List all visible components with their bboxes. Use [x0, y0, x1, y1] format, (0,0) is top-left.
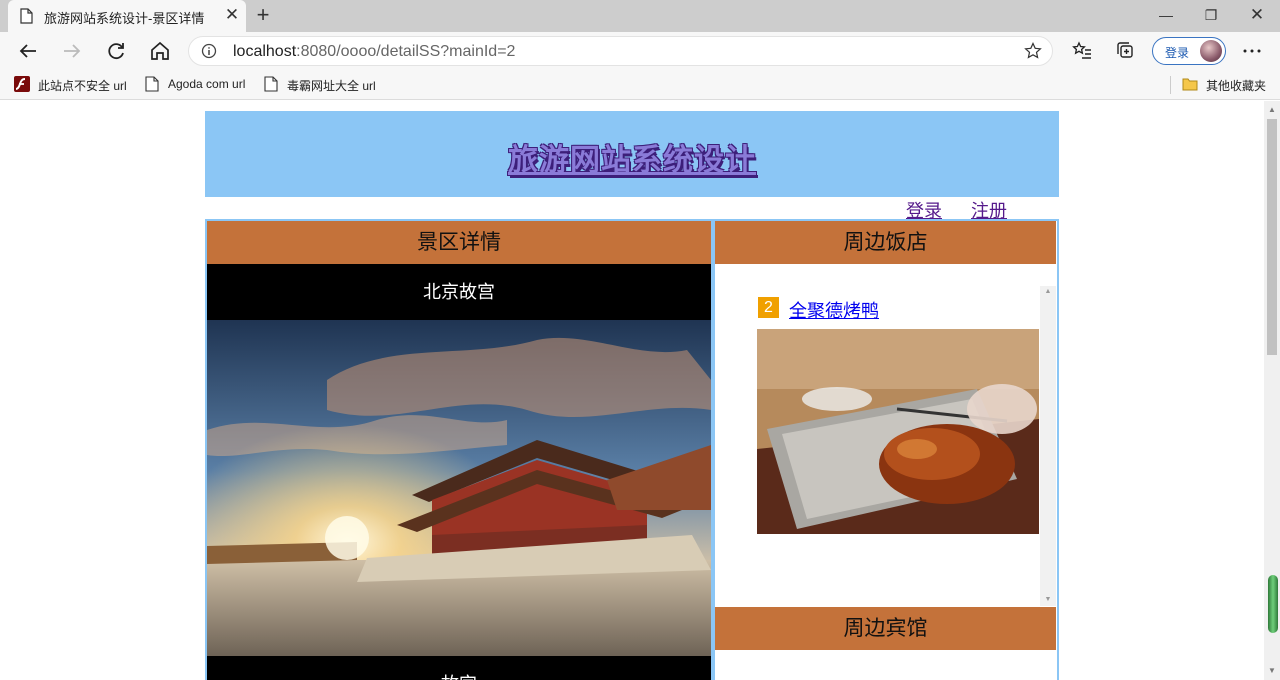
active-tab[interactable]: 旅游网站系统设计-景区详情 ✕	[8, 0, 246, 32]
tab-bar: 旅游网站系统设计-景区详情 ✕ + — ❐ ✕	[0, 0, 1280, 32]
minimize-icon[interactable]: —	[1154, 4, 1178, 26]
bookmark-item[interactable]: 毒霸网址大全 url	[263, 76, 383, 94]
page-icon	[264, 76, 278, 92]
url-text: localhost:8080/oooo/detailSS?mainId=2	[233, 43, 515, 61]
bookmarks-bar: 此站点不安全 url Agoda com url 毒霸网址大全 url 其他收藏…	[0, 70, 1280, 100]
floating-scroll-handle[interactable]	[1268, 575, 1278, 633]
scroll-up-icon[interactable]: ▲	[1264, 103, 1280, 117]
tab-title: 旅游网站系统设计-景区详情	[44, 11, 205, 26]
new-tab-icon[interactable]: +	[252, 4, 274, 26]
scroll-down-icon[interactable]: ▼	[1264, 664, 1280, 678]
favorite-star-icon[interactable]	[1024, 42, 1042, 60]
page-viewport: 旅游网站系统设计 登录 注册 景区详情 北京故宫 周边饭店 ▲ ▼ 2 全聚德烤…	[0, 101, 1264, 680]
hotel-list	[715, 650, 1056, 680]
bookmark-item[interactable]: Agoda com url	[144, 76, 254, 94]
more-options-icon[interactable]	[1240, 39, 1264, 63]
hotel-panel-header: 周边宾馆	[715, 607, 1056, 650]
spot-caption: 故宫	[207, 656, 711, 680]
collections-icon[interactable]	[1114, 39, 1138, 63]
scroll-up-icon[interactable]: ▲	[1040, 286, 1056, 298]
url-host: localhost	[233, 43, 297, 60]
profile-button[interactable]: 登录	[1152, 37, 1226, 65]
home-icon[interactable]	[148, 39, 172, 63]
restaurant-panel-header: 周边饭店	[715, 221, 1056, 264]
browser-toolbar: localhost:8080/oooo/detailSS?mainId=2 登录	[0, 32, 1280, 70]
rank-badge: 2	[758, 297, 779, 318]
bookmark-label: 此站点不安全 url	[38, 79, 127, 93]
restore-icon[interactable]: ❐	[1199, 4, 1223, 26]
address-bar[interactable]: localhost:8080/oooo/detailSS?mainId=2	[188, 36, 1053, 66]
close-tab-icon[interactable]: ✕	[222, 5, 242, 25]
bookmark-label: 毒霸网址大全 url	[287, 79, 376, 93]
site-title[interactable]: 旅游网站系统设计	[508, 135, 756, 179]
scrollbar-thumb[interactable]	[1267, 119, 1277, 355]
info-icon[interactable]	[201, 43, 217, 59]
spot-name: 北京故宫	[207, 264, 711, 320]
restaurant-link[interactable]: 全聚德烤鸭	[789, 297, 879, 323]
bookmark-label: Agoda com url	[168, 77, 246, 91]
favorites-icon[interactable]	[1070, 39, 1094, 63]
scroll-down-icon[interactable]: ▼	[1040, 594, 1056, 606]
roast-duck-image	[757, 329, 1039, 534]
bookmarks-divider	[1170, 76, 1171, 94]
back-arrow-icon[interactable]	[16, 39, 40, 63]
bookmark-item[interactable]: 此站点不安全 url	[14, 76, 134, 94]
flash-icon	[14, 76, 30, 92]
avatar	[1200, 40, 1222, 62]
folder-icon	[1182, 78, 1198, 91]
refresh-icon[interactable]	[104, 39, 128, 63]
profile-button-label: 登录	[1165, 46, 1190, 60]
other-bookmarks-folder[interactable]: 其他收藏夹	[1182, 76, 1272, 94]
close-window-icon[interactable]: ✕	[1245, 4, 1269, 26]
detail-panel-header: 景区详情	[207, 221, 711, 264]
restaurant-scrollbar[interactable]: ▲ ▼	[1040, 286, 1056, 606]
url-path: :8080/oooo/detailSS?mainId=2	[296, 43, 516, 60]
page-icon	[145, 76, 159, 92]
restaurant-photo[interactable]	[757, 329, 1039, 534]
forward-arrow-icon[interactable]	[60, 39, 84, 63]
site-banner: 旅游网站系统设计	[205, 111, 1059, 197]
spot-photo	[207, 320, 711, 656]
palace-image	[207, 320, 711, 656]
page-icon	[20, 8, 33, 24]
other-bookmarks-label: 其他收藏夹	[1206, 79, 1267, 93]
